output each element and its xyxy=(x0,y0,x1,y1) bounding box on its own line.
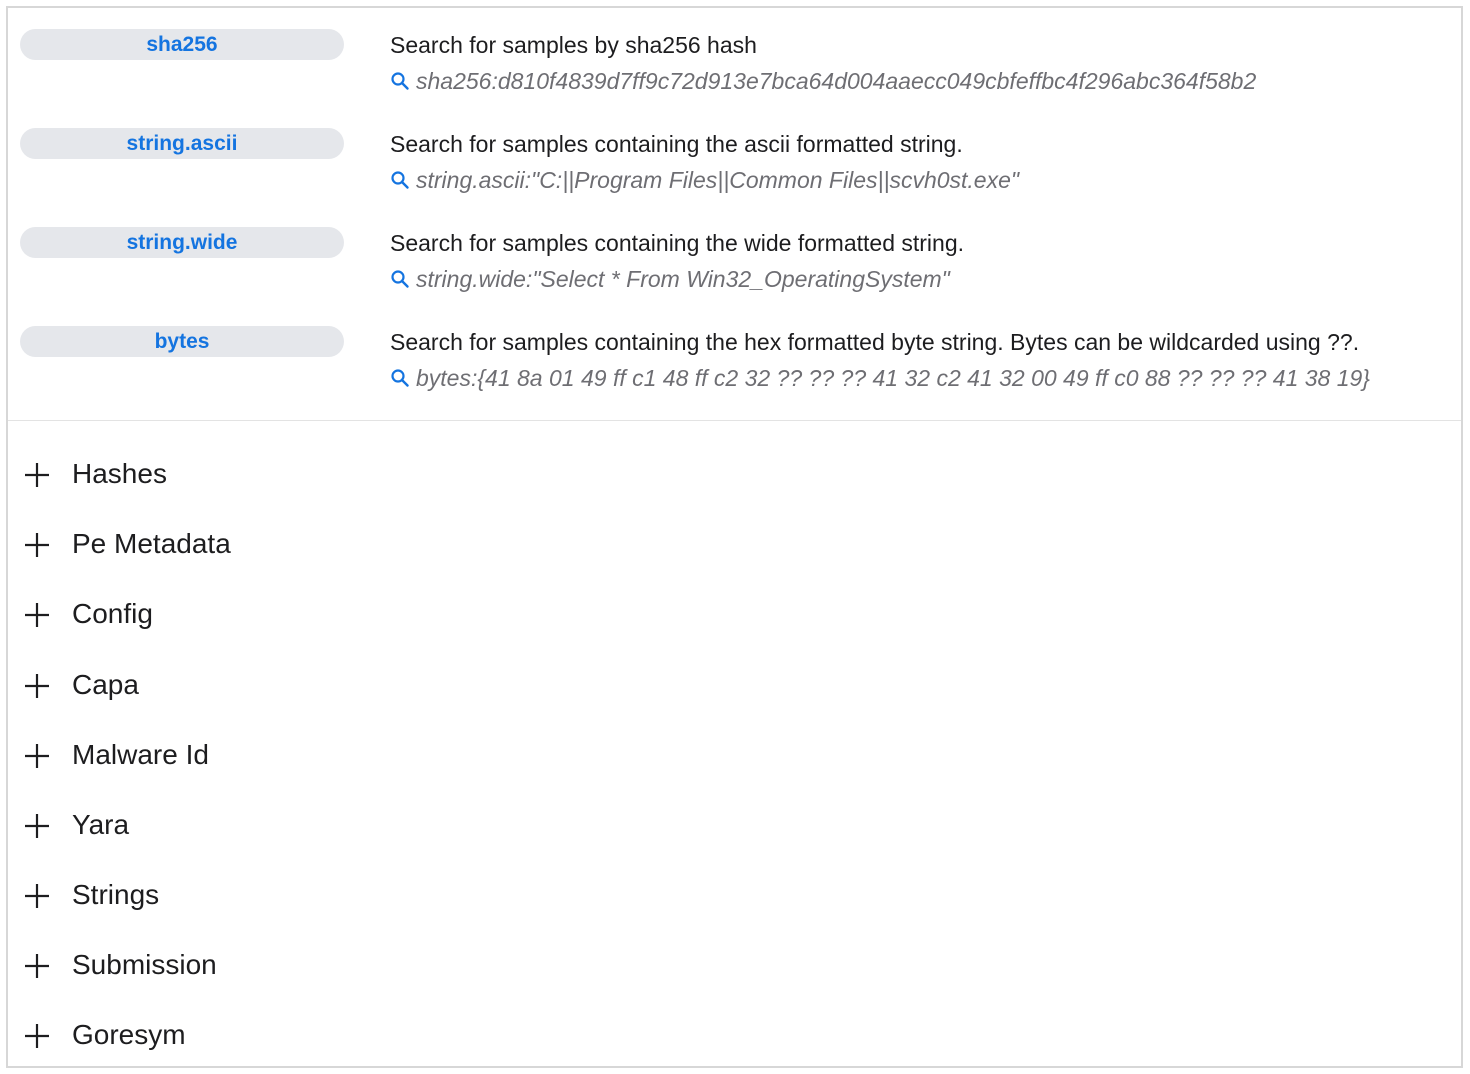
search-example-query-text: bytes:{41 8a 01 49 ff c1 48 ff c2 32 ?? … xyxy=(416,365,1370,391)
section-label: Submission xyxy=(72,949,217,980)
search-example-row: bytes Search for samples containing the … xyxy=(8,326,1461,406)
search-example-description: Search for samples containing the wide f… xyxy=(390,230,965,256)
search-example-query[interactable]: sha256:d810f4839d7ff9c72d913e7bca64d004a… xyxy=(390,67,1256,95)
section-label: Capa xyxy=(72,669,139,700)
section-label: Pe Metadata xyxy=(72,528,231,559)
search-example-row: string.ascii Search for samples containi… xyxy=(8,128,1461,208)
section-hashes[interactable]: Hashes xyxy=(24,454,624,494)
search-example-row: sha256 Search for samples by sha256 hash… xyxy=(8,29,1461,109)
divider xyxy=(8,420,1461,421)
plus-icon xyxy=(25,603,49,627)
search-example-query[interactable]: string.ascii:"C:||Program Files||Common … xyxy=(390,166,1019,194)
plus-icon xyxy=(25,744,49,768)
search-icon xyxy=(391,270,409,288)
section-label: Hashes xyxy=(72,458,167,489)
plus-icon xyxy=(25,814,49,838)
string-ascii-key-pill[interactable]: string.ascii xyxy=(20,128,344,159)
string-wide-key-pill[interactable]: string.wide xyxy=(20,227,344,258)
plus-icon xyxy=(25,463,49,487)
search-help-panel: sha256 Search for samples by sha256 hash… xyxy=(6,6,1463,1068)
search-example-description: Search for samples containing the hex fo… xyxy=(390,329,1360,355)
section-malware-id[interactable]: Malware Id xyxy=(24,735,624,775)
plus-icon xyxy=(25,884,49,908)
section-pe-metadata[interactable]: Pe Metadata xyxy=(24,524,624,564)
search-example-query-text: sha256:d810f4839d7ff9c72d913e7bca64d004a… xyxy=(416,68,1257,94)
section-yara[interactable]: Yara xyxy=(24,805,624,845)
search-example-query-text: string.wide:"Select * From Win32_Operati… xyxy=(416,266,950,292)
search-example-description: Search for samples containing the ascii … xyxy=(390,131,963,157)
section-strings[interactable]: Strings xyxy=(24,875,624,915)
section-config[interactable]: Config xyxy=(24,594,624,634)
section-goresym[interactable]: Goresym xyxy=(24,1015,624,1055)
plus-icon xyxy=(25,674,49,698)
search-example-query[interactable]: string.wide:"Select * From Win32_Operati… xyxy=(390,265,950,293)
plus-icon xyxy=(25,1024,49,1048)
search-example-row: string.wide Search for samples containin… xyxy=(8,227,1461,307)
section-capa[interactable]: Capa xyxy=(24,665,624,705)
section-label: Strings xyxy=(72,879,160,910)
section-label: Yara xyxy=(72,809,130,840)
section-label: Goresym xyxy=(72,1019,186,1050)
plus-icon xyxy=(25,954,49,978)
bytes-key-pill[interactable]: bytes xyxy=(20,326,344,357)
sha256-key-pill[interactable]: sha256 xyxy=(20,29,344,60)
search-icon xyxy=(391,171,409,189)
search-example-query-text: string.ascii:"C:||Program Files||Common … xyxy=(416,167,1020,193)
section-label: Malware Id xyxy=(72,739,209,770)
search-icon xyxy=(391,369,409,387)
section-submission[interactable]: Submission xyxy=(24,945,624,985)
search-example-description: Search for samples by sha256 hash xyxy=(390,32,757,58)
section-label: Config xyxy=(72,598,153,629)
search-example-query[interactable]: bytes:{41 8a 01 49 ff c1 48 ff c2 32 ?? … xyxy=(390,364,1370,392)
plus-icon xyxy=(25,533,49,557)
search-icon xyxy=(391,72,409,90)
